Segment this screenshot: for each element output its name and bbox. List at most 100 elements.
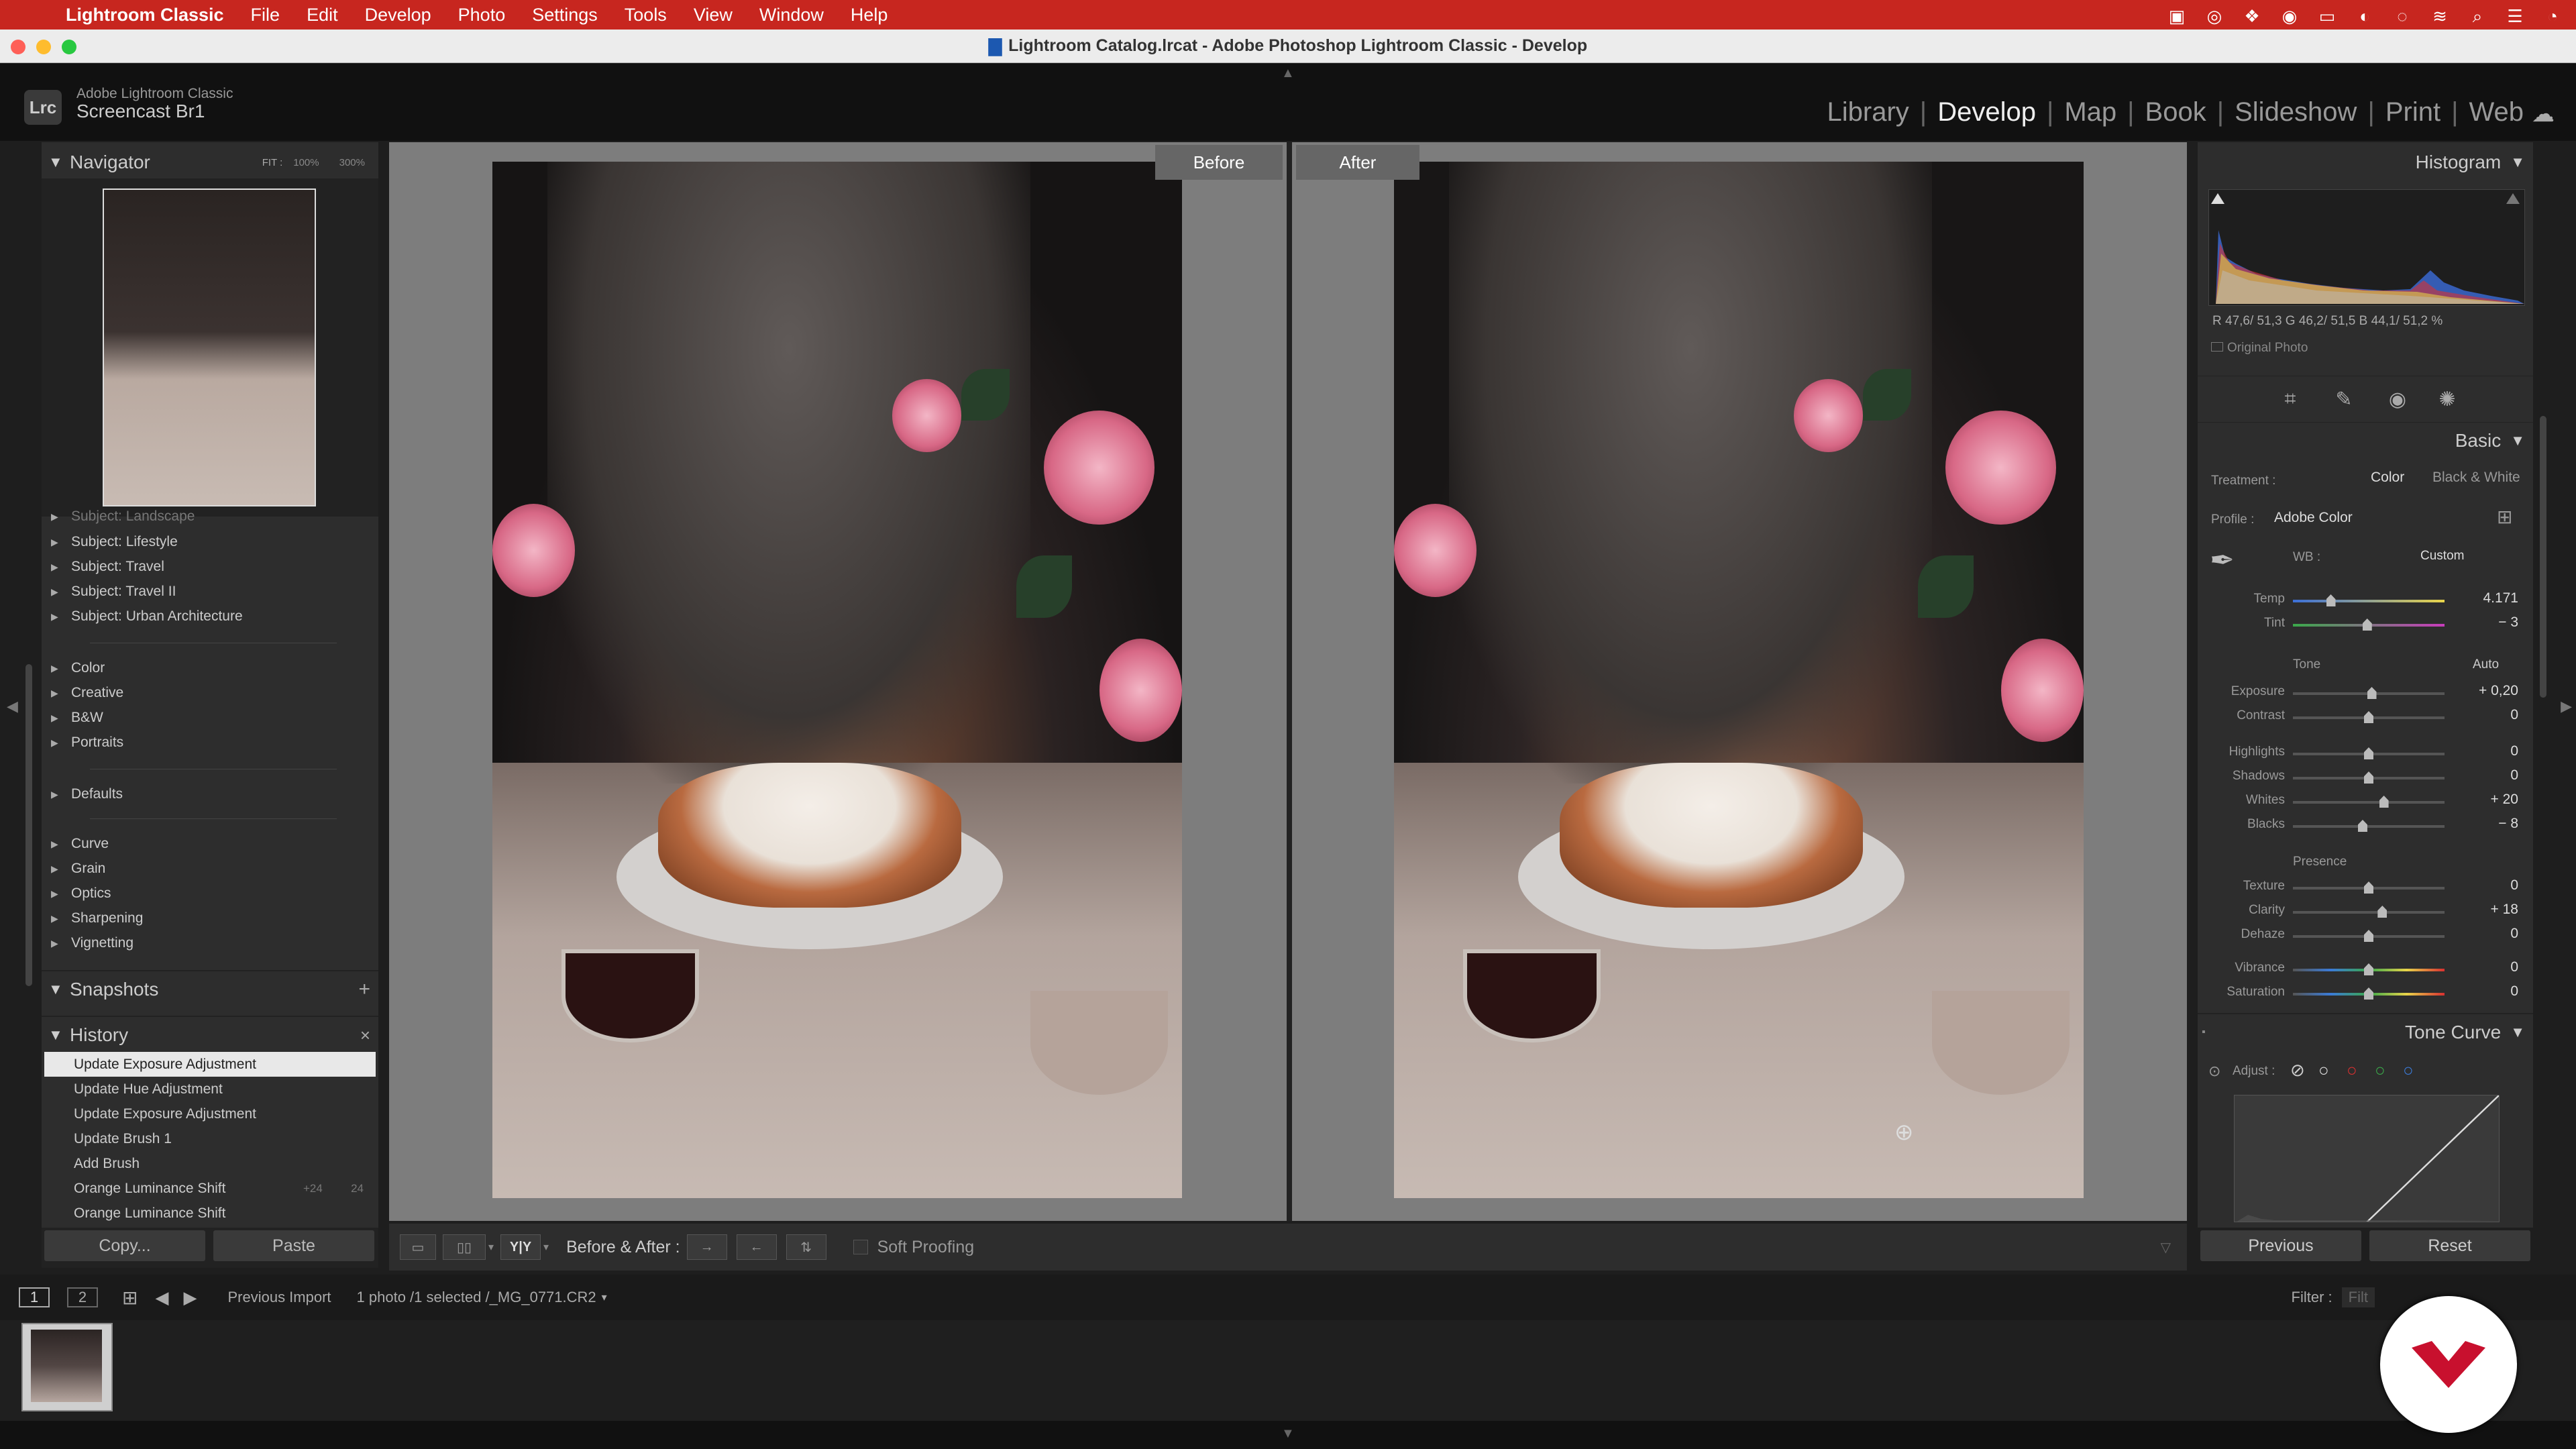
preset-group[interactable]: ▶ Creative [51,685,123,701]
wifi-icon[interactable]: ≋ [2430,6,2450,26]
module-develop[interactable]: Develop [1927,97,2047,127]
preset-group[interactable]: ▶ Sharpening [51,910,143,926]
tone-curve-graph[interactable] [2234,1095,2500,1222]
saturation-slider[interactable] [2293,987,2445,1000]
profile-browser-icon[interactable]: ⊞ [2497,506,2512,528]
adobe-status-icon[interactable]: ▣ [2167,6,2187,26]
module-library[interactable]: Library [1817,97,1920,127]
menu-help[interactable]: Help [851,5,888,25]
main-window-button[interactable]: 1 [19,1287,50,1307]
histogram-header[interactable]: Histogram ▼ [2198,144,2533,181]
after-photo[interactable] [1394,162,2084,1198]
history-item[interactable]: Update Exposure Adjustment [44,1102,376,1126]
close-window-button[interactable] [11,40,25,54]
shadow-clipping-icon[interactable] [2211,193,2224,204]
clarity-slider[interactable] [2293,906,2445,918]
tint-value[interactable]: − 3 [2438,614,2518,631]
thumbnail-image[interactable] [31,1330,102,1402]
dehaze-slider[interactable] [2293,930,2445,942]
history-item[interactable]: Update Hue Adjustment [44,1077,376,1102]
menu-photo[interactable]: Photo [458,5,506,25]
source-label[interactable]: Previous Import [227,1289,331,1306]
zoom-300[interactable]: 300% [339,157,365,168]
whites-value[interactable]: + 20 [2438,792,2518,808]
menu-view[interactable]: View [694,5,733,25]
collapse-bottom-panel-icon[interactable]: ▼ [1281,1426,1295,1442]
paste-settings-button[interactable]: Paste [213,1230,374,1261]
module-web[interactable]: Web [2458,97,2534,127]
soft-proofing-checkbox[interactable] [853,1240,868,1254]
add-snapshot-button[interactable]: + [358,978,370,1001]
tone-auto-button[interactable]: Auto [2473,657,2499,672]
history-item[interactable]: Orange Luminance Shift +24 24 [44,1176,376,1201]
filter-dropdown[interactable]: Filt [2341,1287,2375,1307]
record-icon[interactable]: ◐ [2355,6,2375,26]
right-panel-scrollbar[interactable] [2540,416,2546,698]
toolbar-menu-chevron-icon[interactable]: ▽ [2161,1239,2171,1256]
temp-slider[interactable] [2293,594,2445,606]
swap-before-after-icon[interactable]: ⇅ [786,1234,826,1260]
blacks-slider[interactable] [2293,820,2445,832]
target-adjust-icon[interactable]: ⊙ [2208,1063,2220,1080]
grid-view-icon[interactable]: ⊞ [122,1287,138,1309]
airdrop-icon[interactable]: ◌ [2392,6,2412,26]
selection-info[interactable]: 1 photo /1 selected /_MG_0771.CR2 [357,1289,596,1306]
sync-icon[interactable]: ◉ [2279,6,2300,26]
dehaze-value[interactable]: 0 [2438,926,2518,942]
collapse-top-panel-icon[interactable]: ▲ [1281,66,1295,81]
temp-value[interactable]: 4.171 [2438,590,2518,606]
blacks-value[interactable]: − 8 [2438,816,2518,832]
contrast-value[interactable]: 0 [2438,707,2518,723]
clarity-value[interactable]: + 18 [2438,902,2518,918]
menu-settings[interactable]: Settings [532,5,598,25]
dropdown-chevron-icon[interactable]: ▾ [602,1291,607,1304]
zoom-window-button[interactable] [62,40,76,54]
preset-group[interactable]: ▶ Subject: Landscape [51,508,195,525]
contrast-slider[interactable] [2293,711,2445,723]
zoom-fit[interactable]: FIT : [262,157,283,168]
vibrance-slider[interactable] [2293,963,2445,975]
shadows-value[interactable]: 0 [2438,767,2518,784]
zoom-100[interactable]: 100% [293,157,319,168]
crop-icon[interactable]: ⌗ [2278,388,2302,411]
before-photo[interactable] [492,162,1182,1198]
dropdown-chevron-icon[interactable]: ▾ [488,1240,494,1254]
healing-brush-icon[interactable]: ✎ [2332,388,2356,411]
yy-view-button[interactable]: Y|Y [500,1234,541,1260]
blue-channel-icon[interactable]: ○ [2403,1060,2414,1081]
preset-group[interactable]: ▶ Subject: Lifestyle [51,534,178,550]
preset-group[interactable]: ▶ B&W [51,710,103,726]
siri-icon[interactable]: ◔ [2542,6,2563,26]
tone-curve-header[interactable]: ▪ Tone Curve ▼ [2198,1013,2533,1051]
wb-dropdown[interactable]: Custom [2420,549,2464,564]
treatment-color-button[interactable]: Color [2371,470,2404,486]
preset-group[interactable]: ▶ Vignetting [51,935,133,951]
highlights-value[interactable]: 0 [2438,743,2518,759]
exposure-slider[interactable] [2293,687,2445,699]
preset-group[interactable]: ▶ Curve [51,836,109,852]
menu-window[interactable]: Window [759,5,824,25]
histogram-graph[interactable] [2208,189,2525,306]
menu-develop[interactable]: Develop [365,5,431,25]
saturation-value[interactable]: 0 [2438,983,2518,1000]
navigator-header[interactable]: ▼ Navigator FIT : 100% 300% [42,144,378,181]
previous-button[interactable]: Previous [2200,1230,2361,1261]
preset-group[interactable]: ▶ Portraits [51,735,123,751]
menu-tools[interactable]: Tools [625,5,667,25]
preset-group[interactable]: ▶ Grain [51,861,105,877]
secondary-window-button[interactable]: 2 [67,1287,98,1307]
shadows-slider[interactable] [2293,771,2445,784]
texture-value[interactable]: 0 [2438,877,2518,894]
preset-group[interactable]: ▶ Color [51,660,105,676]
point-curve-icon[interactable]: ○ [2318,1060,2329,1081]
dropdown-chevron-icon[interactable]: ▾ [543,1240,549,1254]
minimize-window-button[interactable] [36,40,51,54]
preset-group[interactable]: ▶ Subject: Urban Architecture [51,608,243,625]
creative-cloud-icon[interactable]: ◎ [2204,6,2224,26]
eyedropper-icon[interactable]: ✒ [2210,543,2235,578]
highlights-slider[interactable] [2293,747,2445,759]
original-photo-checkbox[interactable]: Original Photo [2211,341,2308,356]
module-slideshow[interactable]: Slideshow [2224,97,2367,127]
parametric-curve-icon[interactable]: ⊘ [2290,1060,2305,1081]
collapse-left-panel-icon[interactable]: ◀ [7,698,18,715]
